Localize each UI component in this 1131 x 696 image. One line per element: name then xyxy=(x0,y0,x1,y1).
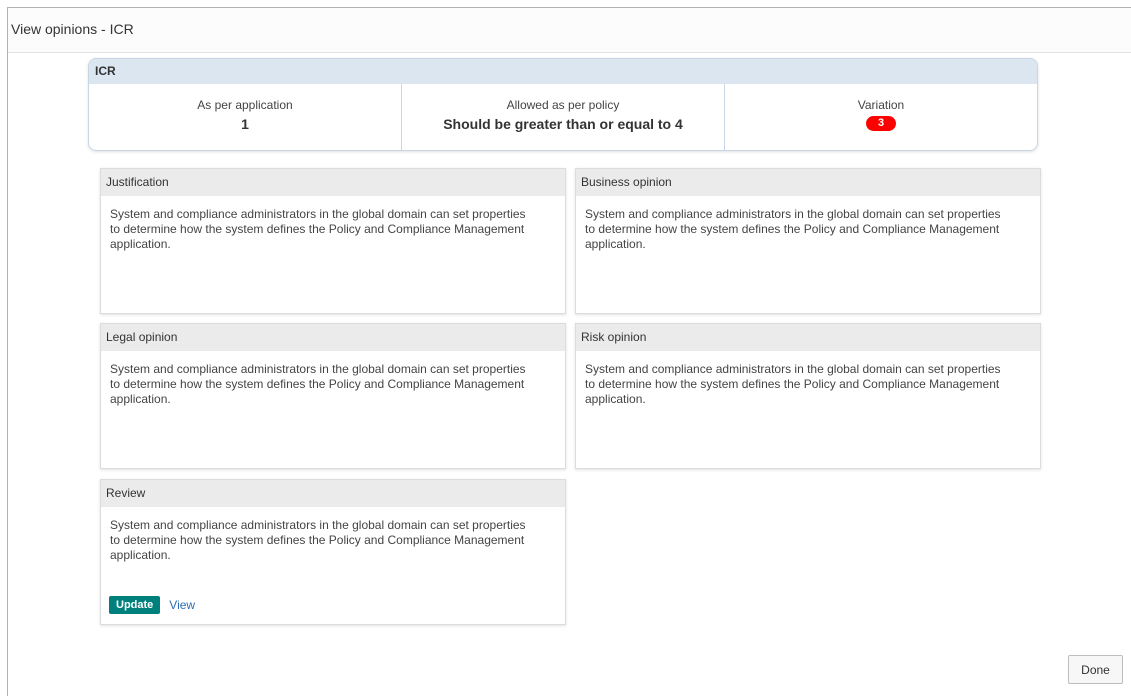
business-opinion-card: Business opinion System and compliance a… xyxy=(575,168,1041,314)
review-card-title: Review xyxy=(101,480,565,507)
as-per-application-value: 1 xyxy=(241,116,249,132)
justification-card-title: Justification xyxy=(101,169,565,196)
as-per-application-label: As per application xyxy=(197,98,293,112)
done-button[interactable]: Done xyxy=(1068,655,1123,684)
risk-opinion-card: Risk opinion System and compliance admin… xyxy=(575,323,1041,469)
allowed-as-per-policy-value: Should be greater than or equal to 4 xyxy=(443,116,683,132)
variation-column: Variation 3 xyxy=(725,84,1037,150)
review-card-text: System and compliance administrators in … xyxy=(110,518,526,562)
risk-opinion-card-title: Risk opinion xyxy=(576,324,1040,351)
legal-opinion-card: Legal opinion System and compliance admi… xyxy=(100,323,566,469)
justification-card-text: System and compliance administrators in … xyxy=(110,207,526,251)
update-button[interactable]: Update xyxy=(109,596,161,614)
variation-label: Variation xyxy=(857,98,905,112)
as-per-application-column: As per application 1 xyxy=(89,84,402,150)
icr-summary-panel: ICR As per application 1 Allowed as per … xyxy=(88,58,1038,151)
risk-opinion-card-text: System and compliance administrators in … xyxy=(585,362,1001,406)
dialog-title: View opinions - ICR xyxy=(11,21,134,37)
legal-opinion-card-title: Legal opinion xyxy=(101,324,565,351)
allowed-as-per-policy-column: Allowed as per policy Should be greater … xyxy=(402,84,725,150)
business-opinion-card-title: Business opinion xyxy=(576,169,1040,196)
icr-summary-title: ICR xyxy=(89,59,1037,84)
legal-opinion-card-text: System and compliance administrators in … xyxy=(110,362,526,406)
review-card: Review System and compliance administrat… xyxy=(100,479,566,625)
view-link[interactable]: View xyxy=(169,598,195,612)
allowed-as-per-policy-label: Allowed as per policy xyxy=(506,98,620,112)
icr-summary-columns: As per application 1 Allowed as per poli… xyxy=(89,84,1037,150)
variation-badge: 3 xyxy=(865,116,897,131)
review-card-actions: Update View xyxy=(109,596,195,614)
justification-card: Justification System and compliance admi… xyxy=(100,168,566,314)
business-opinion-card-text: System and compliance administrators in … xyxy=(585,207,1001,251)
dialog-header: View opinions - ICR xyxy=(8,8,1131,53)
